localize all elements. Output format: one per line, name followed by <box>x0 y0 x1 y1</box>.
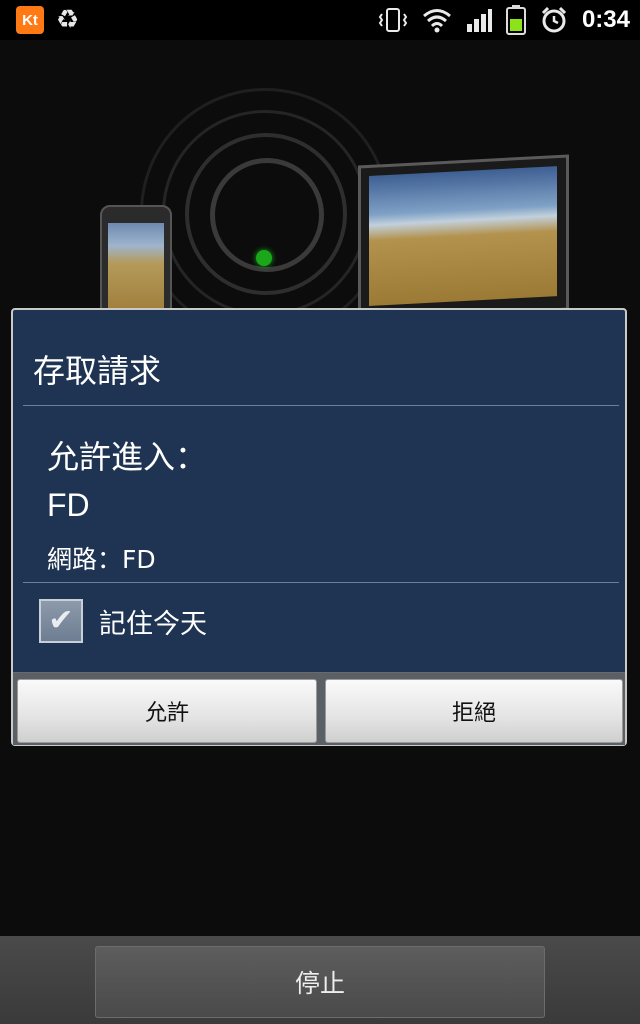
title-divider <box>23 405 619 406</box>
battery-icon <box>505 5 526 35</box>
checkmark-icon: ✔ <box>48 603 74 638</box>
signal-rings-graphic <box>140 88 390 338</box>
remember-today-label: 記住今天 <box>99 608 207 640</box>
bottom-bar: 停止 <box>0 936 640 1024</box>
dialog-title: 存取請求 <box>33 352 162 390</box>
access-request-dialog: 存取請求 允許進入： FD 網路：FD ✔ 記住今天 允許 拒絕 <box>11 308 627 746</box>
network-label: 網路：FD <box>47 545 156 574</box>
allow-button[interactable]: 允許 <box>17 679 317 743</box>
recycle-icon: ♻ <box>56 5 80 35</box>
status-clock: 0:34 <box>581 6 630 33</box>
remember-today-checkbox[interactable]: ✔ <box>39 599 83 643</box>
wifi-icon <box>422 9 451 33</box>
screen: Kt ♻ 0:34 存取請求 允許進入： FD 網路：FD ✔ 記住今天 允許 … <box>0 0 640 1024</box>
dialog-button-bar: 允許 拒絕 <box>13 672 625 745</box>
device-name: FD <box>47 487 90 523</box>
remember-today-row[interactable]: ✔ 記住今天 <box>39 597 207 645</box>
deny-button[interactable]: 拒絕 <box>325 679 623 743</box>
alarm-icon <box>541 6 567 33</box>
vibrate-icon <box>378 8 408 32</box>
signal-icon <box>466 9 492 32</box>
carrier-kt-icon: Kt <box>16 6 44 34</box>
connection-indicator-icon <box>256 250 272 266</box>
tv-device-image <box>358 154 569 322</box>
allow-access-label: 允許進入： <box>47 438 208 476</box>
stop-button[interactable]: 停止 <box>95 946 545 1018</box>
status-bar: Kt ♻ 0:34 <box>0 0 640 40</box>
content-divider <box>23 582 619 583</box>
